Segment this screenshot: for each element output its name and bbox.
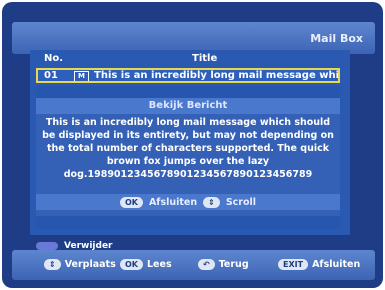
exit-label: Afsluiten [312,259,361,270]
read-label: Lees [147,259,172,270]
mail-row-number: 01 [44,70,58,81]
ok-key-icon: OK [120,259,143,270]
read-hint[interactable]: OK Lees [120,259,172,270]
page-title: Mail Box [310,32,363,45]
move-label: Verplaats [64,259,116,270]
dialog-close-label: Afsluiten [148,196,198,208]
back-key-icon: ↶ [198,259,215,270]
ok-key-icon[interactable]: OK [119,196,143,208]
dialog-message: This is an incredibly long mail message … [42,117,334,180]
footer-bar: ⇕ Verplaats OK Lees ↶ Terug EXIT Afsluit… [12,250,375,280]
blue-key-icon [36,242,58,250]
move-hint[interactable]: ⇕ Verplaats [44,259,116,270]
list-row-empty [36,216,340,229]
back-label: Terug [218,259,249,270]
dialog-title: Bekijk Bericht [36,98,340,114]
tv-screen: Mail Box No. Title 01 M This is an incre… [2,2,383,288]
dialog-scroll-label: Scroll [225,196,257,208]
mail-row-title: This is an incredibly long mail message … [94,70,340,81]
scroll-key-icon[interactable]: ⇕ [203,196,220,208]
exit-key-icon: EXIT [278,259,309,270]
exit-hint[interactable]: EXIT Afsluiten [278,259,360,270]
move-key-icon: ⇕ [44,259,61,270]
mail-row-selected[interactable]: 01 M This is an incredibly long mail mes… [36,68,340,83]
back-hint[interactable]: ↶ Terug [198,259,249,270]
mail-icon: M [74,71,89,81]
dialog-footer: OK Afsluiten ⇕ Scroll [36,194,340,210]
column-header-title: Title [192,53,218,64]
message-dialog: Bekijk Bericht This is an incredibly lon… [36,98,340,216]
column-header-no: No. [44,53,64,64]
